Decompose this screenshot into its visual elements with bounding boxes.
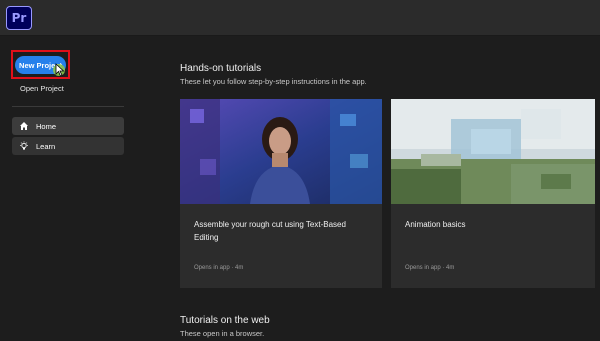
sidebar: New Project Open Project Home Learn [0,37,135,341]
tutorial-card[interactable]: Animation basics Opens in app · 4m [391,99,595,288]
hands-on-heading: Hands-on tutorials [180,63,262,74]
home-icon [19,121,29,131]
sidebar-item-label: Home [36,121,57,131]
sidebar-item-home[interactable]: Home [12,117,124,135]
sidebar-item-learn[interactable]: Learn [12,137,124,155]
main-content: Hands-on tutorials These let you follow … [135,37,600,341]
card-title: Assemble your rough cut using Text-Based… [194,220,346,242]
card-meta: Opens in app · 4m [405,265,455,271]
card-meta: Opens in app · 4m [194,265,244,271]
premiere-pro-logo: Pr [6,6,32,30]
sidebar-divider [12,106,124,107]
lightbulb-icon [19,141,29,151]
title-bar: Pr [0,0,600,36]
open-project-link[interactable]: Open Project [20,84,64,93]
landscape-thumbnail [391,99,595,204]
sidebar-item-label: Learn [36,141,56,151]
web-tutorials-heading: Tutorials on the web [180,315,270,326]
tutorial-card[interactable]: Assemble your rough cut using Text-Based… [180,99,382,288]
card-title: Animation basics [405,220,466,229]
web-tutorials-subtitle: These open in a browser. [180,329,265,338]
mouse-cursor-icon [55,63,65,77]
presenter-thumbnail [180,99,382,204]
hands-on-subtitle: These let you follow step-by-step instru… [180,77,367,86]
